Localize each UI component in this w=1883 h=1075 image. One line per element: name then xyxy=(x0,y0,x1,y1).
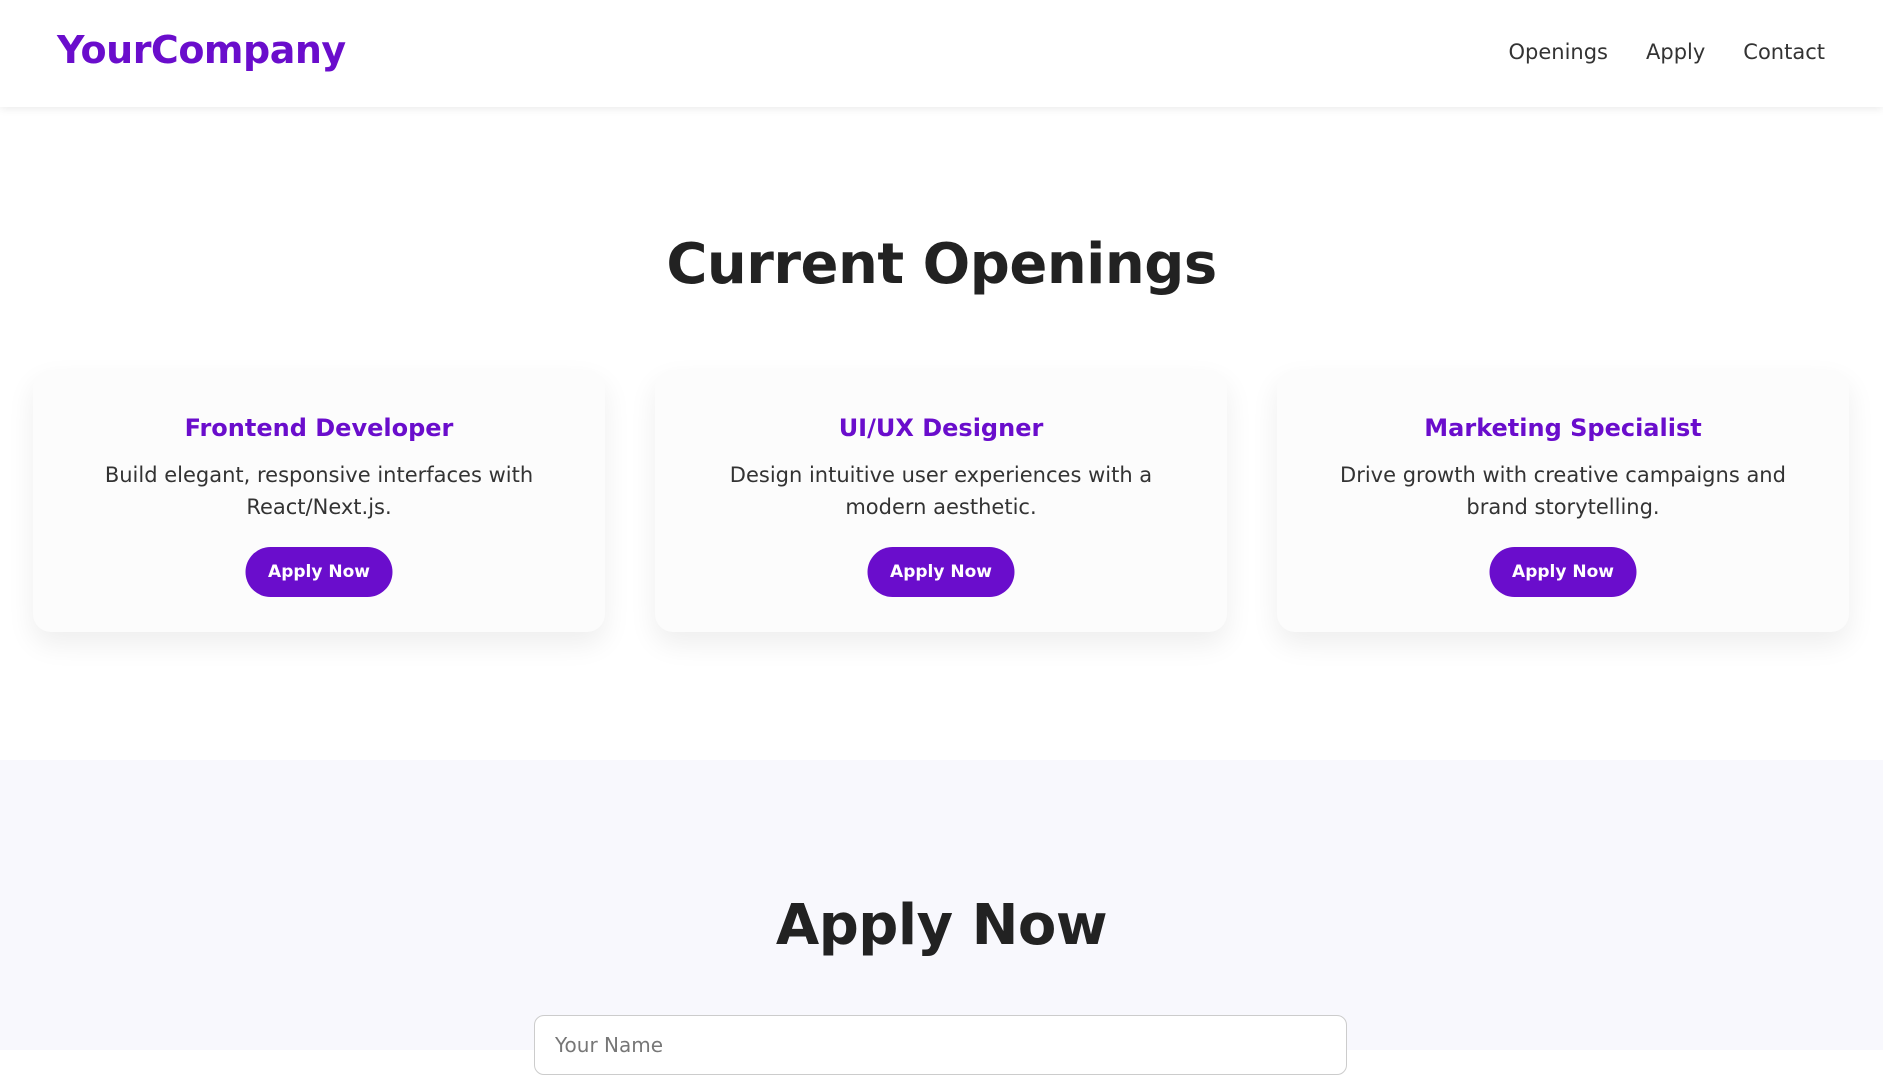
nav-link-apply[interactable]: Apply xyxy=(1646,40,1705,64)
openings-title: Current Openings xyxy=(666,232,1217,297)
name-input[interactable] xyxy=(534,1015,1347,1075)
job-description: Build elegant, responsive interfaces wit… xyxy=(104,463,534,519)
site-header: YourCompany Openings Apply Contact xyxy=(0,0,1883,107)
job-title: UI/UX Designer xyxy=(838,414,1044,442)
apply-title: Apply Now xyxy=(775,893,1108,958)
apply-now-button-frontend-developer[interactable]: Apply Now xyxy=(245,547,393,597)
apply-now-button-marketing-specialist[interactable]: Apply Now xyxy=(1489,547,1637,597)
nav-link-contact[interactable]: Contact xyxy=(1743,40,1825,64)
openings-section: Current Openings Frontend Developer Buil… xyxy=(0,107,1883,760)
job-title: Marketing Specialist xyxy=(1424,414,1702,442)
main-nav: Openings Apply Contact xyxy=(1508,40,1825,64)
job-description: Design intuitive user experiences with a… xyxy=(729,463,1153,519)
apply-now-button-ui-ux-designer[interactable]: Apply Now xyxy=(867,547,1015,597)
company-logo[interactable]: YourCompany xyxy=(57,28,346,72)
job-card-ui-ux-designer: UI/UX Designer Design intuitive user exp… xyxy=(655,370,1227,632)
job-title: Frontend Developer xyxy=(184,414,454,442)
job-card-frontend-developer: Frontend Developer Build elegant, respon… xyxy=(33,370,605,632)
apply-section: Apply Now xyxy=(0,760,1883,1075)
nav-link-openings[interactable]: Openings xyxy=(1508,40,1608,64)
job-description: Drive growth with creative campaigns and… xyxy=(1340,463,1786,519)
job-card-marketing-specialist: Marketing Specialist Drive growth with c… xyxy=(1277,370,1849,632)
